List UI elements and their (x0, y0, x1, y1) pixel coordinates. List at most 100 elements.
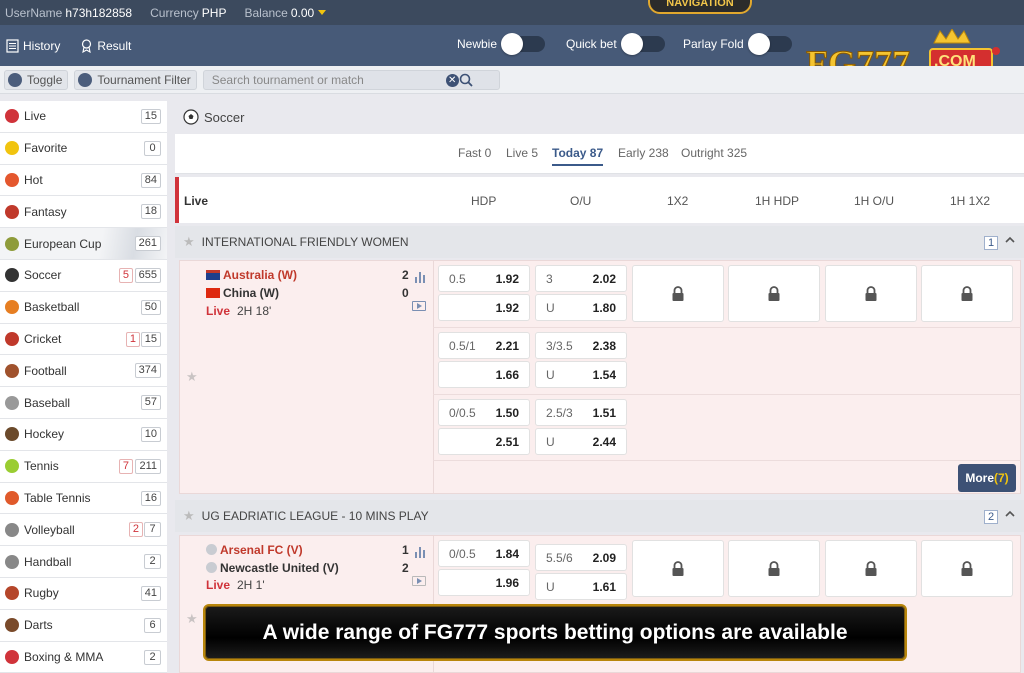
sidebar-item-rugby[interactable]: Rugby 41 (0, 578, 167, 610)
sport-count: 261 (134, 236, 161, 252)
result-button[interactable]: Result (80, 39, 131, 53)
sidebar-item-european-cup[interactable]: European Cup 261 (0, 228, 167, 260)
sidebar-item-football[interactable]: Football 374 (0, 355, 167, 388)
account-bar: UserName h73h182858 Currency PHP Balance… (0, 0, 1024, 25)
home-team-name: Australia (W) (223, 268, 298, 282)
match-favorite-star-icon[interactable]: ★ (186, 611, 198, 627)
hdp-away-odd[interactable]: 1.92 (438, 294, 530, 321)
league-count: 1 (984, 236, 998, 250)
ou-under-odd[interactable]: U 1.54 (535, 361, 627, 388)
soccer-ball-icon (5, 268, 19, 283)
favorite-star-icon[interactable]: ★ (183, 234, 195, 250)
currency-label: Currency (150, 5, 199, 20)
chevron-up-icon[interactable] (1004, 508, 1016, 520)
sidebar-item-darts[interactable]: Darts 6 (0, 610, 167, 642)
sidebar-item-fantasy[interactable]: Fantasy 18 (0, 196, 167, 229)
parlay-fold-toggle[interactable]: Parlay Fold (683, 33, 792, 55)
hdp-home-odd[interactable]: 0/0.5 1.50 (438, 399, 530, 426)
clear-search-icon[interactable]: ✕ (445, 73, 459, 87)
hdp-away-odd[interactable]: 1.66 (438, 361, 530, 388)
league-header[interactable]: ★ UG EADRIATIC LEAGUE - 10 MINS PLAY 2 (175, 500, 1024, 532)
under-label: U (546, 580, 555, 594)
ou-over-odd[interactable]: 5.5/6 2.09 (535, 544, 627, 571)
sport-count: 41 (140, 585, 161, 601)
search-input[interactable] (211, 72, 442, 87)
tennis-icon (5, 459, 19, 474)
sport-count: 2 (144, 554, 161, 570)
col-1h-hdp: 1H HDP (755, 194, 800, 208)
favorite-star-icon[interactable]: ★ (183, 508, 195, 524)
hdp-away-odd[interactable]: 2.51 (438, 428, 530, 455)
hdp-home-odd[interactable]: 0.5/1 2.21 (438, 332, 530, 359)
hdp-away-odd[interactable]: 1.96 (438, 569, 530, 596)
locked-market (921, 540, 1013, 597)
ou-under-odd[interactable]: U 2.44 (535, 428, 627, 455)
ou-under-odd[interactable]: U 1.80 (535, 294, 627, 321)
ou-over-odd[interactable]: 3/3.5 2.38 (535, 332, 627, 359)
darts-icon (5, 618, 19, 633)
tab-today[interactable]: Today 87 (552, 146, 604, 166)
navigation-button[interactable]: NAVIGATION (648, 0, 752, 14)
sidebar-item-tennis[interactable]: Tennis 211 7 (0, 451, 167, 483)
tab-live[interactable]: Live 5 (506, 146, 538, 160)
sidebar-item-label: Favorite (24, 141, 68, 156)
sport-count: 15 (140, 109, 161, 124)
sidebar-item-hockey[interactable]: Hockey 10 (0, 419, 167, 451)
quick-bet-toggle[interactable]: Quick bet (566, 33, 665, 55)
sport-count: 655 (134, 267, 161, 283)
sidebar-item-boxing-mma[interactable]: Boxing & MMA 2 (0, 642, 167, 673)
newbie-label: Newbie (457, 37, 498, 51)
ou-under-odd[interactable]: U 1.61 (535, 573, 627, 600)
odd-value: 2.51 (495, 435, 519, 449)
hdp-line: 0.5 (449, 272, 466, 286)
history-button[interactable]: History (6, 39, 60, 53)
tab-early[interactable]: Early 238 (618, 146, 669, 160)
toggle-icon (8, 72, 22, 87)
col-1x2: 1X2 (667, 194, 689, 208)
ou-over-odd[interactable]: 3 2.02 (535, 265, 627, 292)
sidebar-item-live[interactable]: Live 15 (0, 101, 167, 133)
sidebar-item-volleyball[interactable]: Volleyball 7 2 (0, 514, 167, 547)
chevron-up-icon[interactable] (1004, 234, 1016, 246)
odds-area (433, 261, 434, 493)
match-time: 2H 18' (237, 304, 272, 318)
live-stream-icon[interactable] (412, 301, 426, 311)
parlay-fold-switch[interactable] (747, 33, 792, 55)
toggle-button[interactable]: Toggle (4, 69, 69, 90)
fire-icon (5, 172, 19, 187)
row-divider (433, 394, 1021, 395)
sidebar-item-table-tennis[interactable]: Table Tennis 16 (0, 483, 167, 515)
hdp-home-odd[interactable]: 0/0.5 1.84 (438, 540, 530, 567)
sidebar-item-baseball[interactable]: Baseball 57 (0, 387, 167, 419)
tab-fast[interactable]: Fast 0 (458, 146, 491, 160)
sidebar-item-handball[interactable]: Handball 2 (0, 546, 167, 578)
newbie-toggle[interactable]: Newbie (457, 33, 546, 55)
sidebar-item-hot[interactable]: Hot 84 (0, 165, 167, 197)
balance-value[interactable]: 0.00 (291, 6, 314, 20)
sidebar-item-cricket[interactable]: Cricket 15 1 (0, 324, 167, 356)
newbie-switch[interactable] (501, 33, 546, 55)
tab-outright[interactable]: Outright 325 (681, 146, 747, 160)
quick-bet-switch[interactable] (620, 33, 665, 55)
sidebar-item-soccer[interactable]: Soccer 655 5 (0, 259, 167, 292)
username-label: UserName (5, 5, 63, 20)
tournament-filter-button[interactable]: Tournament Filter (74, 69, 197, 90)
search-icon[interactable] (459, 73, 473, 87)
main-content: Soccer Fast 0 Live 5 Today 87 Early 238 … (175, 101, 1024, 673)
balance-dropdown-icon[interactable] (318, 10, 327, 15)
hdp-home-odd[interactable]: 0.5 1.92 (438, 265, 530, 292)
league-header[interactable]: ★ INTERNATIONAL FRIENDLY WOMEN 1 (175, 226, 1024, 258)
sidebar-item-favorite[interactable]: Favorite 0 (0, 133, 167, 165)
sidebar-item-label: Soccer (24, 268, 62, 283)
odd-value: 1.51 (592, 406, 616, 420)
page-title: Soccer (183, 109, 244, 125)
ou-over-odd[interactable]: 2.5/3 1.51 (535, 399, 627, 426)
away-team-name: China (W) (223, 286, 279, 300)
hockey-icon (5, 427, 19, 442)
live-stream-icon[interactable] (412, 576, 426, 586)
match-favorite-star-icon[interactable]: ★ (186, 369, 198, 385)
stats-icon[interactable] (414, 270, 428, 284)
more-markets-button[interactable]: More(7) (958, 464, 1016, 492)
sidebar-item-basketball[interactable]: Basketball 50 (0, 292, 167, 324)
stats-icon[interactable] (414, 545, 428, 559)
